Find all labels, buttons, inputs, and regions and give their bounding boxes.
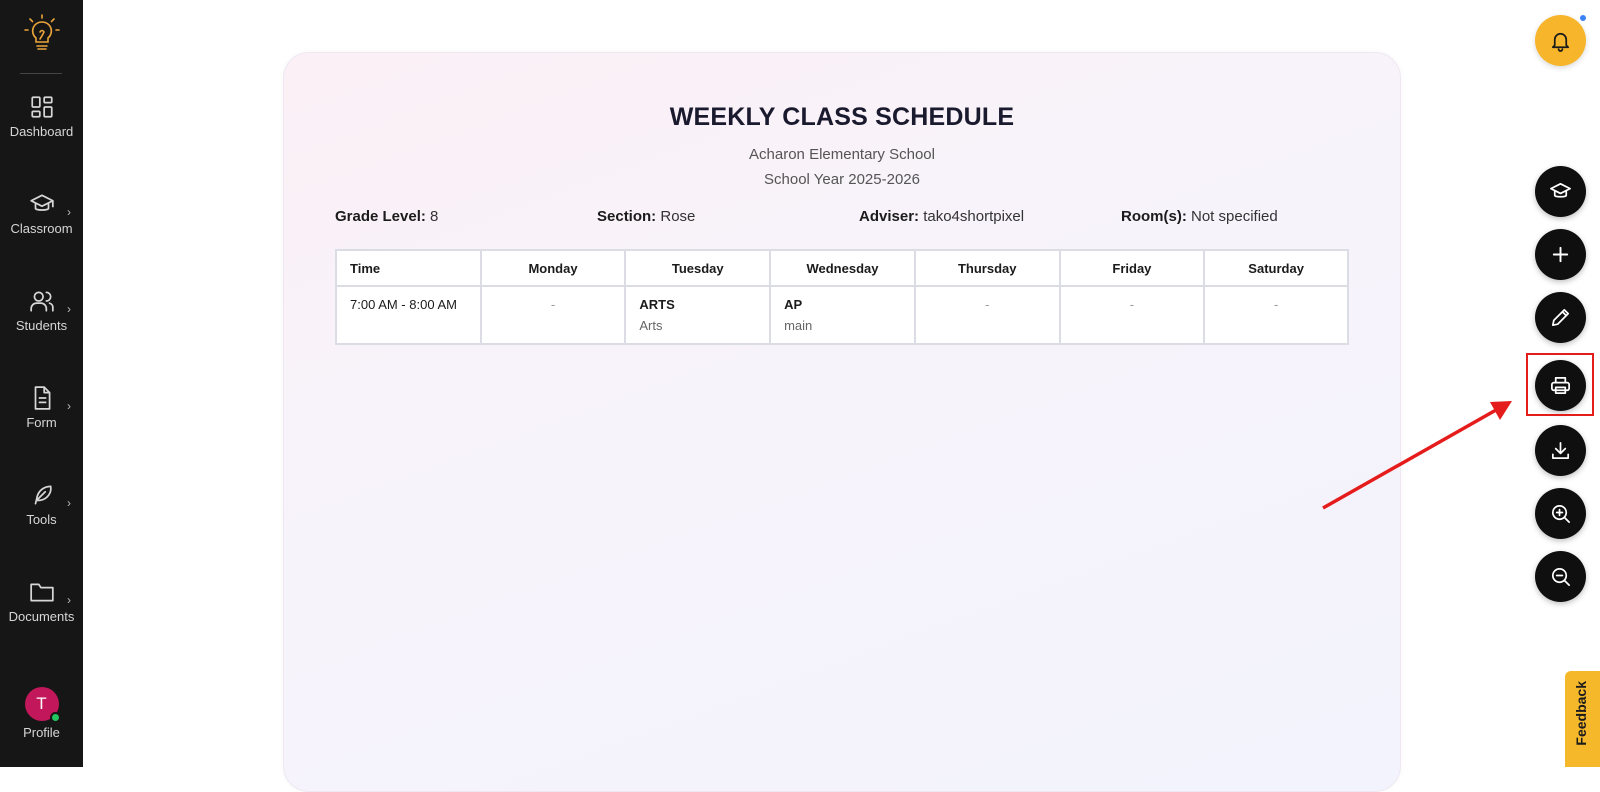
adviser-info: Adviser: tako4shortpixel — [859, 208, 1024, 225]
avatar[interactable]: T — [24, 687, 61, 723]
red-arrow-annotation — [1322, 401, 1512, 510]
profile-label: Profile — [23, 725, 60, 740]
schedule-card: WEEKLY CLASS SCHEDULE Acharon Elementary… — [283, 52, 1401, 792]
logo-divider — [20, 73, 62, 74]
column-header-time: Time — [335, 249, 482, 287]
graduation-cap-icon — [1550, 182, 1571, 198]
school-name: Acharon Elementary School — [749, 146, 935, 163]
notifications-button[interactable] — [1535, 13, 1588, 66]
sidebar-item-label: Form — [26, 415, 57, 430]
rooms-label: Room(s): — [1121, 208, 1187, 225]
add-button[interactable] — [1535, 229, 1586, 280]
sidebar: Dashboard Classroom › Students › Form › — [0, 0, 83, 767]
classroom-button[interactable] — [1535, 166, 1586, 217]
zoom-out-button[interactable] — [1535, 551, 1586, 602]
folder-icon — [29, 583, 54, 602]
schedule-table: Time Monday Tuesday Wednesday Thursday F… — [335, 249, 1349, 345]
sidebar-item-documents[interactable]: Documents › — [0, 579, 83, 649]
subject-name: ARTS — [639, 297, 675, 312]
column-header-monday: Monday — [479, 249, 627, 287]
table-header-row: Time Monday Tuesday Wednesday Thursday F… — [335, 249, 1349, 287]
subject-name: AP — [784, 297, 803, 312]
section-label: Section: — [597, 208, 657, 225]
sidebar-item-label: Documents — [8, 609, 75, 624]
thursday-cell: - — [913, 285, 1061, 345]
table-row: 7:00 AM - 8:00 AM - ARTS Arts AP main - … — [335, 285, 1349, 345]
tuesday-cell: ARTS Arts — [624, 285, 772, 345]
column-header-thursday: Thursday — [913, 249, 1061, 287]
grade-level-label: Grade Level: — [335, 208, 426, 225]
saturday-cell: - — [1203, 285, 1349, 345]
sidebar-item-label: Dashboard — [9, 124, 74, 139]
section-info: Section: Rose — [597, 208, 695, 225]
users-icon — [29, 291, 54, 312]
bell-icon — [1551, 32, 1570, 52]
feedback-label: Feedback — [1573, 681, 1589, 746]
chevron-right-icon: › — [67, 496, 71, 510]
grade-level-info: Grade Level: 8 — [335, 208, 438, 225]
download-icon — [1551, 441, 1570, 460]
time-cell: 7:00 AM - 8:00 AM — [335, 285, 482, 345]
subject-detail: main — [784, 318, 813, 333]
zoom-out-icon — [1551, 567, 1570, 586]
adviser-value: tako4shortpixel — [923, 208, 1025, 225]
chevron-right-icon: › — [67, 399, 71, 413]
notification-dot — [1578, 13, 1588, 23]
chevron-right-icon: › — [67, 593, 71, 607]
download-button[interactable] — [1535, 425, 1586, 476]
chevron-right-icon: › — [67, 302, 71, 316]
monday-cell: - — [479, 285, 627, 345]
adviser-label: Adviser: — [859, 208, 920, 225]
zoom-in-icon — [1551, 504, 1570, 523]
sidebar-item-label: Classroom — [10, 221, 73, 236]
sidebar-item-label: Tools — [26, 512, 57, 527]
feather-icon — [34, 485, 52, 505]
rooms-info: Room(s): Not specified — [1121, 208, 1278, 225]
chevron-right-icon: › — [67, 205, 71, 219]
document-icon — [34, 386, 50, 410]
print-highlight-box — [1526, 353, 1594, 416]
school-year: School Year 2025-2026 — [764, 171, 920, 188]
column-header-tuesday: Tuesday — [624, 249, 772, 287]
column-header-wednesday: Wednesday — [769, 249, 916, 287]
grade-level-value: 8 — [430, 208, 439, 225]
sidebar-item-label: Students — [15, 318, 68, 333]
avatar-initial: T — [36, 694, 47, 713]
wednesday-cell: AP main — [769, 285, 916, 345]
page-title: WEEKLY CLASS SCHEDULE — [669, 103, 1015, 131]
column-header-saturday: Saturday — [1203, 249, 1349, 287]
feedback-tab[interactable]: Feedback — [1565, 671, 1600, 767]
sidebar-item-dashboard[interactable]: Dashboard — [0, 94, 83, 164]
sidebar-item-tools[interactable]: Tools › — [0, 482, 83, 552]
plus-icon — [1552, 246, 1569, 263]
zoom-in-button[interactable] — [1535, 488, 1586, 539]
lightbulb-logo-icon[interactable] — [22, 14, 62, 54]
subject-detail: Arts — [639, 318, 663, 333]
sidebar-item-form[interactable]: Form › — [0, 385, 83, 455]
section-value: Rose — [660, 208, 696, 225]
sidebar-item-students[interactable]: Students › — [0, 288, 83, 358]
friday-cell: - — [1058, 285, 1206, 345]
column-header-friday: Friday — [1058, 249, 1206, 287]
pencil-icon — [1551, 308, 1570, 327]
online-status-dot — [49, 712, 61, 723]
sidebar-item-classroom[interactable]: Classroom › — [0, 191, 83, 261]
dashboard-grid-icon — [30, 96, 53, 118]
sidebar-item-profile[interactable]: T Profile — [0, 687, 83, 747]
graduation-cap-icon — [29, 194, 54, 211]
rooms-value: Not specified — [1191, 208, 1278, 225]
edit-button[interactable] — [1535, 292, 1586, 343]
